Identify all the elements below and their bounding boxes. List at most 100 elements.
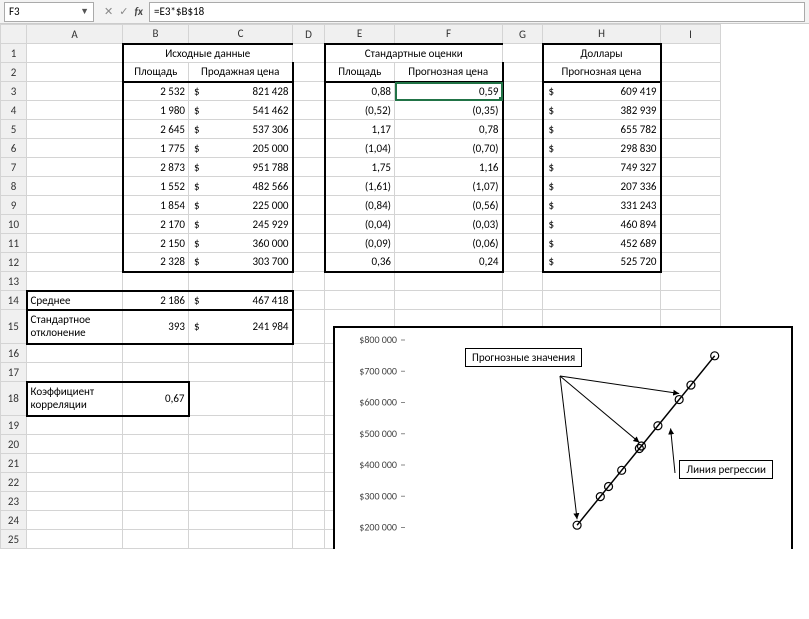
col-header-I[interactable]: I [661, 25, 721, 44]
cell-H7[interactable]: $749 327 [543, 158, 661, 177]
cell-D4[interactable] [293, 101, 325, 120]
cell-D24[interactable] [293, 511, 325, 530]
cell-E4[interactable]: (0,52) [325, 101, 395, 120]
cell-I7[interactable] [661, 158, 721, 177]
cell-A5[interactable] [27, 120, 123, 139]
cell-B20[interactable] [123, 435, 189, 454]
cancel-icon[interactable]: ✕ [104, 5, 113, 18]
cell-H4[interactable]: $382 939 [543, 101, 661, 120]
cell-G12[interactable] [503, 253, 543, 272]
cell-F8[interactable]: (1,07) [395, 177, 503, 196]
cell-I9[interactable] [661, 196, 721, 215]
accept-icon[interactable]: ✓ [119, 5, 128, 18]
regression-chart[interactable]: $-$100 000$200 000$300 000$400 000$500 0… [333, 326, 793, 549]
row-header-8[interactable]: 8 [1, 177, 27, 196]
hdr-forecast[interactable]: Прогнозная цена [395, 63, 503, 82]
cell-B22[interactable] [123, 473, 189, 492]
cell-C5[interactable]: $537 306 [189, 120, 293, 139]
cell-A3[interactable] [27, 82, 123, 101]
cell-D19[interactable] [293, 416, 325, 435]
cell-F12[interactable]: 0,24 [395, 253, 503, 272]
formula-input[interactable]: =E3*$B$18 [149, 2, 805, 22]
cell-E14[interactable] [325, 291, 395, 310]
row-header-3[interactable]: 3 [1, 82, 27, 101]
cell-G9[interactable] [503, 196, 543, 215]
hdr-forecast2[interactable]: Прогнозная цена [543, 63, 661, 82]
cell-C8[interactable]: $482 566 [189, 177, 293, 196]
cell-H8[interactable]: $207 336 [543, 177, 661, 196]
col-header-F[interactable]: F [395, 25, 503, 44]
row-header-19[interactable]: 19 [1, 416, 27, 435]
cell-I10[interactable] [661, 215, 721, 234]
cell-A10[interactable] [27, 215, 123, 234]
cell-B10[interactable]: 2 170 [123, 215, 189, 234]
cell-C6[interactable]: $205 000 [189, 139, 293, 158]
fx-icon[interactable]: fx [134, 5, 143, 18]
cell-D20[interactable] [293, 435, 325, 454]
col-header-H[interactable]: H [543, 25, 661, 44]
cell-B21[interactable] [123, 454, 189, 473]
label-corr[interactable]: Коэффициент корреляции [27, 382, 123, 416]
cell-B5[interactable]: 2 645 [123, 120, 189, 139]
cell-B19[interactable] [123, 416, 189, 435]
cell-E5[interactable]: 1,17 [325, 120, 395, 139]
cell-D6[interactable] [293, 139, 325, 158]
cell-A8[interactable] [27, 177, 123, 196]
cell-F4[interactable]: (0,35) [395, 101, 503, 120]
row-header-13[interactable]: 13 [1, 272, 27, 291]
cell-G1[interactable] [503, 44, 543, 63]
raw-title[interactable]: Исходные данные [123, 44, 293, 63]
row-header-22[interactable]: 22 [1, 473, 27, 492]
cell-G14[interactable] [503, 291, 543, 310]
cell-B23[interactable] [123, 492, 189, 511]
cell-I3[interactable] [661, 82, 721, 101]
cell-D13[interactable] [293, 272, 325, 291]
cell-D3[interactable] [293, 82, 325, 101]
cell-F10[interactable]: (0,03) [395, 215, 503, 234]
cell-E8[interactable]: (1,61) [325, 177, 395, 196]
cell-H3[interactable]: $609 419 [543, 82, 661, 101]
cell-I12[interactable] [661, 253, 721, 272]
cell-B6[interactable]: 1 775 [123, 139, 189, 158]
cell-D21[interactable] [293, 454, 325, 473]
cell-A1[interactable] [27, 44, 123, 63]
row-header-5[interactable]: 5 [1, 120, 27, 139]
dollars-title[interactable]: Доллары [543, 44, 661, 63]
cell-G7[interactable] [503, 158, 543, 177]
cell-C9[interactable]: $225 000 [189, 196, 293, 215]
cell-B7[interactable]: 2 873 [123, 158, 189, 177]
cell-A25[interactable] [27, 530, 123, 549]
cell-D1[interactable] [293, 44, 325, 63]
select-all-corner[interactable] [1, 25, 27, 44]
cell-F5[interactable]: 0,78 [395, 120, 503, 139]
label-mean[interactable]: Среднее [27, 291, 123, 310]
hdr-area[interactable]: Площадь [123, 63, 189, 82]
cell-B11[interactable]: 2 150 [123, 234, 189, 253]
cell-D25[interactable] [293, 530, 325, 549]
cell-C7[interactable]: $951 788 [189, 158, 293, 177]
cell-F7[interactable]: 1,16 [395, 158, 503, 177]
row-header-15[interactable]: 15 [1, 310, 27, 344]
cell-I8[interactable] [661, 177, 721, 196]
cell-I1[interactable] [661, 44, 721, 63]
cell-C11[interactable]: $360 000 [189, 234, 293, 253]
cell-D8[interactable] [293, 177, 325, 196]
cell-E10[interactable]: (0,04) [325, 215, 395, 234]
cell-G10[interactable] [503, 215, 543, 234]
cell-H5[interactable]: $655 782 [543, 120, 661, 139]
cell-I11[interactable] [661, 234, 721, 253]
label-stdev[interactable]: Стандартное отклонение [27, 310, 123, 344]
cell-B9[interactable]: 1 854 [123, 196, 189, 215]
cell-D18[interactable] [293, 382, 325, 416]
cell-D17[interactable] [293, 363, 325, 382]
row-header-17[interactable]: 17 [1, 363, 27, 382]
cell-B13[interactable] [123, 272, 189, 291]
cell-D22[interactable] [293, 473, 325, 492]
cell-C4[interactable]: $541 462 [189, 101, 293, 120]
cell-A7[interactable] [27, 158, 123, 177]
cell-I13[interactable] [661, 272, 721, 291]
col-header-G[interactable]: G [503, 25, 543, 44]
cell-G8[interactable] [503, 177, 543, 196]
cell-C18[interactable] [189, 382, 293, 416]
cell-D9[interactable] [293, 196, 325, 215]
